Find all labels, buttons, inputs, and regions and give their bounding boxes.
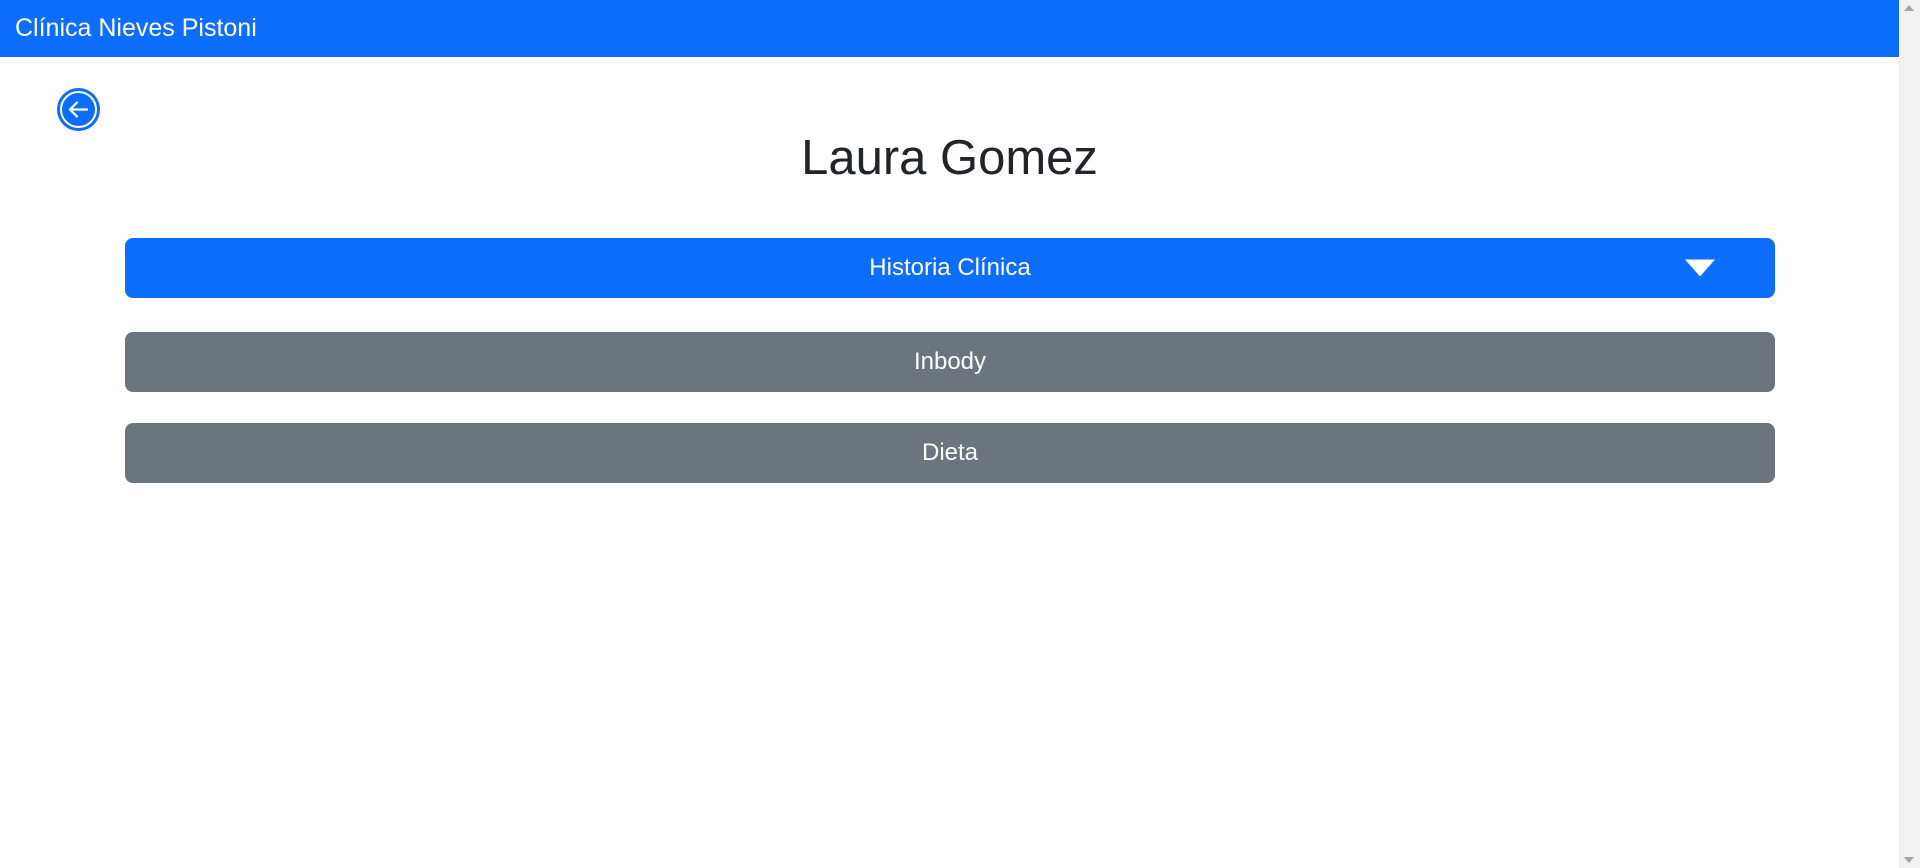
vertical-scrollbar[interactable] <box>1899 0 1920 868</box>
patient-name: Laura Gomez <box>801 131 1098 185</box>
navbar: Clínica Nieves Pistoni <box>0 0 1899 57</box>
inbody-label: Inbody <box>913 348 987 375</box>
arrow-left-circle-icon <box>57 88 100 131</box>
navbar-brand[interactable]: Clínica Nieves Pistoni <box>15 14 257 43</box>
dieta-button[interactable]: Dieta <box>125 423 1775 483</box>
inbody-button[interactable]: Inbody <box>125 332 1775 392</box>
historia-clinica-label: Historia Clínica <box>869 254 1031 281</box>
historia-clinica-button[interactable]: Historia Clínica <box>125 238 1775 298</box>
caret-down-icon <box>1685 259 1715 277</box>
dieta-label: Dieta <box>921 439 979 466</box>
page: Clínica Nieves Pistoni Laura Gomez Histo… <box>0 0 1920 868</box>
scroll-up-arrow-icon[interactable] <box>1904 5 1914 11</box>
back-button[interactable] <box>57 88 100 131</box>
scroll-down-arrow-icon[interactable] <box>1904 857 1914 863</box>
